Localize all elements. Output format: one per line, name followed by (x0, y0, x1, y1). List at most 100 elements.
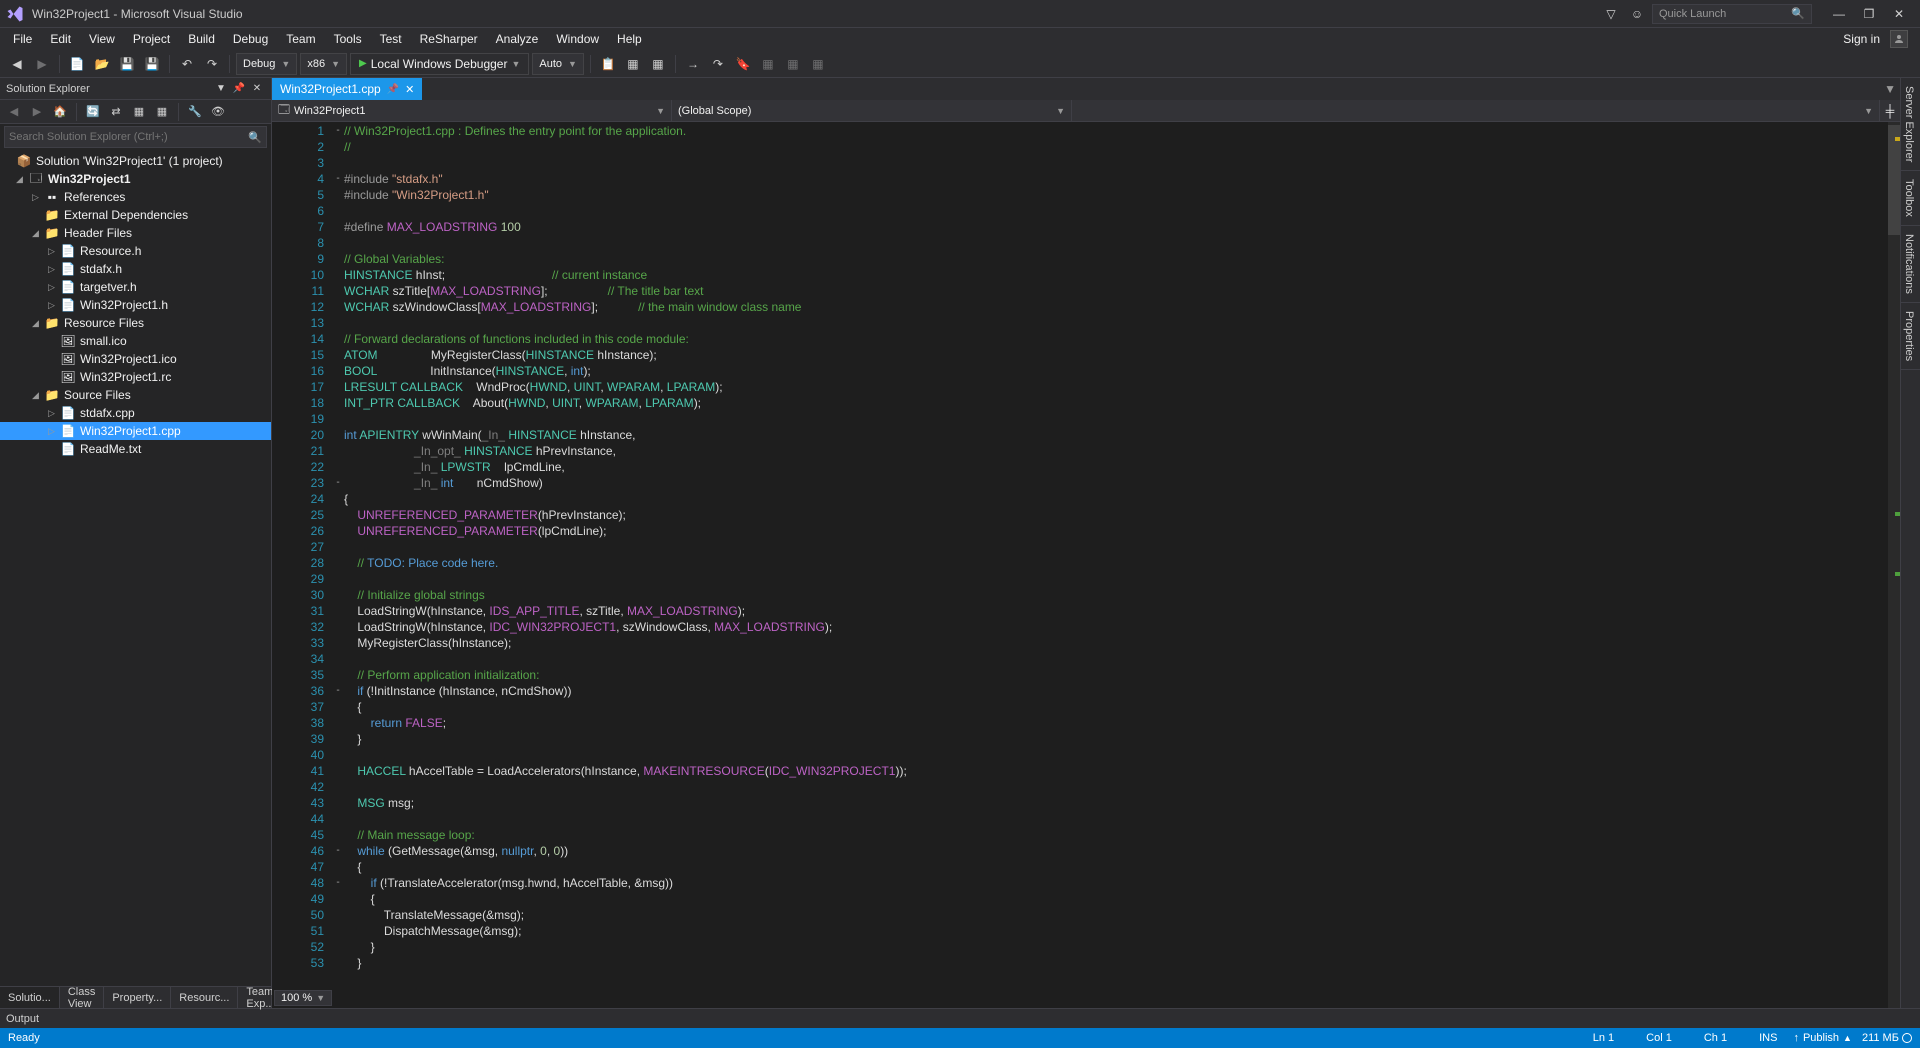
readme-file[interactable]: 📄ReadMe.txt (0, 440, 271, 458)
solution-properties-button[interactable]: 🔧 (185, 102, 205, 122)
resource-files-folder[interactable]: ◢📁Resource Files (0, 314, 271, 332)
user-avatar-icon[interactable] (1890, 30, 1908, 48)
open-file-button[interactable]: 📂 (91, 53, 113, 75)
menu-resharper[interactable]: ReSharper (411, 30, 487, 48)
solution-sync-button[interactable]: ⇄ (106, 102, 126, 122)
external-deps-folder[interactable]: 📁External Dependencies (0, 206, 271, 224)
nav-forward-button[interactable]: ▶ (31, 53, 53, 75)
bottom-tab[interactable]: Solutio... (0, 987, 60, 1008)
solution-root[interactable]: 📦Solution 'Win32Project1' (1 project) (0, 152, 271, 170)
menu-help[interactable]: Help (608, 30, 651, 48)
step-over-button[interactable]: ↷ (707, 53, 729, 75)
split-editor-button[interactable]: ╪ (1880, 100, 1900, 121)
menu-build[interactable]: Build (179, 30, 224, 48)
start-debug-button[interactable]: ▶Local Windows Debugger▼ (350, 53, 529, 75)
build-config-dropdown[interactable]: Debug▼ (236, 53, 297, 75)
tb-icon-8[interactable]: ▦ (807, 53, 829, 75)
menu-test[interactable]: Test (371, 30, 411, 48)
solution-show-all-button[interactable]: ▦ (152, 102, 172, 122)
menu-window[interactable]: Window (547, 30, 608, 48)
zoom-dropdown[interactable]: 100 %▼ (274, 990, 332, 1006)
panel-pin-button[interactable]: 📌 (231, 81, 247, 97)
tb-icon-3[interactable]: ▦ (647, 53, 669, 75)
tab-close-icon[interactable]: ✕ (405, 83, 414, 96)
solution-preview-button[interactable]: 👁 (208, 102, 228, 122)
menu-view[interactable]: View (80, 30, 124, 48)
doc-tabs-dropdown[interactable]: ▼ (1880, 78, 1900, 100)
solution-back-button[interactable]: ◀ (4, 102, 24, 122)
file-item[interactable]: 🖼Win32Project1.rc (0, 368, 271, 386)
file-item[interactable]: ▷📄stdafx.h (0, 260, 271, 278)
source-files-folder[interactable]: ◢📁Source Files (0, 386, 271, 404)
solution-search-box[interactable]: 🔍 (4, 126, 267, 148)
undo-button[interactable]: ↶ (176, 53, 198, 75)
file-item[interactable]: ▷📄Win32Project1.cpp (0, 422, 271, 440)
project-icon: 🗔 (278, 101, 290, 120)
code-editor[interactable]: 1234567891011121314151617181920212223242… (272, 122, 1900, 1008)
nav-back-button[interactable]: ◀ (6, 53, 28, 75)
file-item[interactable]: 🖼Win32Project1.ico (0, 350, 271, 368)
references-folder[interactable]: ▷▪▪References (0, 188, 271, 206)
menu-analyze[interactable]: Analyze (487, 30, 548, 48)
code-text-area[interactable]: // Win32Project1.cpp : Defines the entry… (344, 122, 1900, 1008)
tb-icon-7[interactable]: ▦ (782, 53, 804, 75)
document-tab[interactable]: Win32Project1.cpp 📌 ✕ (272, 78, 422, 100)
maximize-button[interactable]: ❐ (1854, 3, 1884, 25)
panel-dropdown-button[interactable]: ▼ (213, 81, 229, 97)
publish-button[interactable]: ↑Publish▲ (1793, 1032, 1852, 1044)
bottom-tab[interactable]: Resourc... (171, 987, 238, 1008)
file-item[interactable]: ▷📄Resource.h (0, 242, 271, 260)
search-icon: 🔍 (248, 131, 262, 144)
file-item[interactable]: ▷📄targetver.h (0, 278, 271, 296)
new-project-button[interactable]: 📄 (66, 53, 88, 75)
file-item[interactable]: ▷📄Win32Project1.h (0, 296, 271, 314)
tb-icon-2[interactable]: ▦ (622, 53, 644, 75)
solution-refresh-button[interactable]: 🔄 (83, 102, 103, 122)
tab-pin-icon[interactable]: 📌 (387, 84, 399, 95)
debug-target-dropdown[interactable]: Auto▼ (532, 53, 584, 75)
save-all-button[interactable]: 💾 (141, 53, 163, 75)
menu-tools[interactable]: Tools (325, 30, 371, 48)
nav-scope-dropdown[interactable]: (Global Scope)▼ (672, 100, 1072, 121)
window-title: Win32Project1 - Microsoft Visual Studio (32, 7, 1600, 21)
bottom-tab[interactable]: Class View (60, 987, 105, 1008)
step-into-button[interactable]: → (682, 53, 704, 75)
menu-edit[interactable]: Edit (41, 30, 80, 48)
save-button[interactable]: 💾 (116, 53, 138, 75)
notifications-icon[interactable]: ▽ (1600, 3, 1622, 25)
project-node[interactable]: ◢🗔Win32Project1 (0, 170, 271, 188)
panel-close-button[interactable]: ✕ (249, 81, 265, 97)
tb-icon-1[interactable]: 📋 (597, 53, 619, 75)
menu-debug[interactable]: Debug (224, 30, 277, 48)
minimize-button[interactable]: — (1824, 3, 1854, 25)
feedback-icon[interactable]: ☺ (1626, 3, 1648, 25)
menu-project[interactable]: Project (124, 30, 179, 48)
right-tab-toolbox[interactable]: Toolbox (1901, 171, 1920, 226)
sign-in-link[interactable]: Sign in (1843, 32, 1880, 46)
right-tab-server-explorer[interactable]: Server Explorer (1901, 78, 1920, 171)
scrollbar-thumb[interactable] (1888, 125, 1900, 235)
output-panel-header[interactable]: Output (0, 1008, 1920, 1028)
header-files-folder[interactable]: ◢📁Header Files (0, 224, 271, 242)
tb-icon-6[interactable]: ▦ (757, 53, 779, 75)
solution-home-button[interactable]: 🏠 (50, 102, 70, 122)
bookmark-button[interactable]: 🔖 (732, 53, 754, 75)
close-button[interactable]: ✕ (1884, 3, 1914, 25)
menu-team[interactable]: Team (277, 30, 324, 48)
file-item[interactable]: ▷📄stdafx.cpp (0, 404, 271, 422)
solution-collapse-button[interactable]: ▦ (129, 102, 149, 122)
memory-indicator[interactable]: 211 MБ (1862, 1032, 1912, 1044)
platform-dropdown[interactable]: x86▼ (300, 53, 347, 75)
solution-search-input[interactable] (9, 131, 248, 143)
nav-member-dropdown[interactable]: ▼ (1072, 100, 1880, 121)
right-tab-notifications[interactable]: Notifications (1901, 226, 1920, 303)
redo-button[interactable]: ↷ (201, 53, 223, 75)
solution-forward-button[interactable]: ▶ (27, 102, 47, 122)
nav-project-dropdown[interactable]: 🗔Win32Project1▼ (272, 100, 672, 121)
menu-file[interactable]: File (4, 30, 41, 48)
quick-launch-input[interactable]: Quick Launch 🔍 (1652, 4, 1812, 24)
vertical-scrollbar[interactable] (1888, 122, 1900, 1008)
right-tab-properties[interactable]: Properties (1901, 303, 1920, 370)
bottom-tab[interactable]: Property... (104, 987, 171, 1008)
file-item[interactable]: 🖼small.ico (0, 332, 271, 350)
